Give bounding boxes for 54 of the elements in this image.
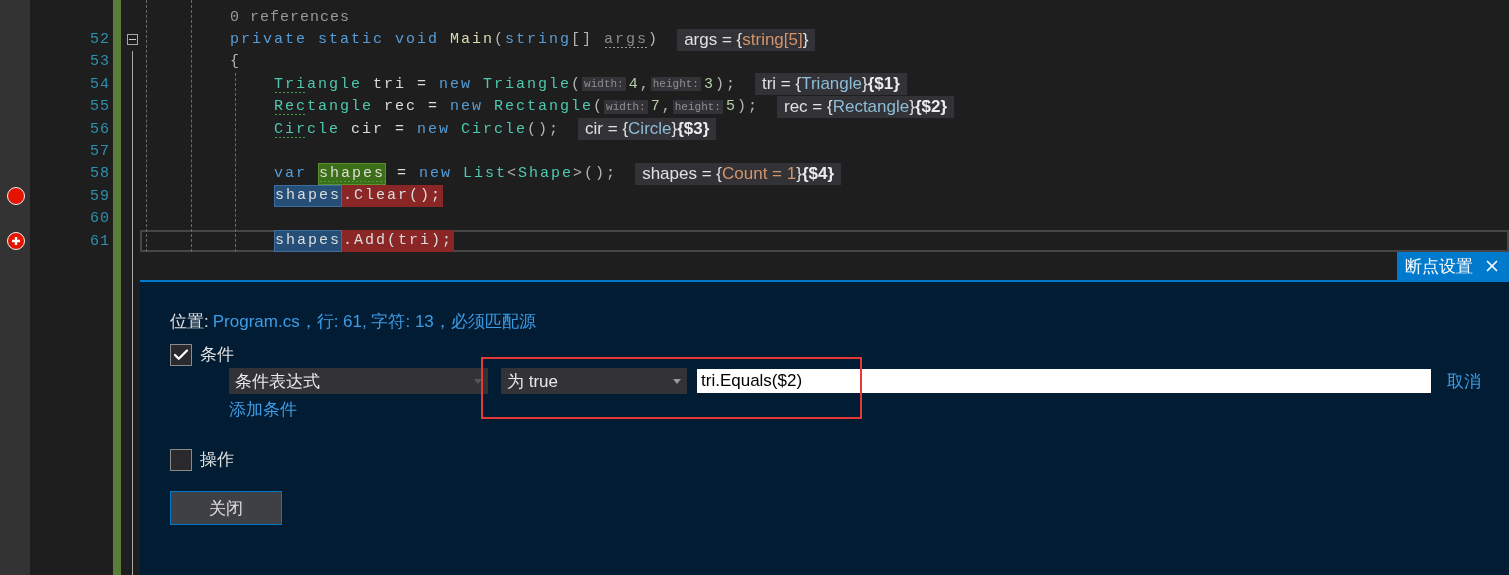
cancel-link[interactable]: 取消 bbox=[1447, 369, 1481, 393]
condition-type-dropdown[interactable]: 条件表达式 bbox=[229, 368, 488, 394]
highlighted-code: .Clear(); bbox=[342, 185, 444, 208]
datatip[interactable]: rec = {Rectangle}{$2} bbox=[777, 95, 955, 118]
conditions-checkbox[interactable] bbox=[170, 343, 192, 366]
code-text: 7, bbox=[650, 98, 673, 116]
location-link[interactable]: Program.cs，行: 61, 字符: 13，必须匹配源 bbox=[212, 310, 536, 333]
line-number: 59 bbox=[90, 187, 110, 205]
code-text: 4, bbox=[628, 75, 651, 93]
add-condition-link[interactable]: 添加条件 bbox=[229, 398, 297, 421]
caret-icon bbox=[673, 378, 681, 384]
line-number: 55 bbox=[90, 98, 110, 116]
breakpoint-icon[interactable] bbox=[7, 187, 25, 206]
expression-field[interactable]: tri.Equals($2) bbox=[697, 369, 1431, 393]
collapse-icon[interactable] bbox=[127, 34, 138, 46]
parameter-hint: width: bbox=[582, 77, 626, 92]
actions-label: 操作 bbox=[200, 449, 234, 471]
line-number: 53 bbox=[90, 53, 110, 71]
references-count[interactable]: 0 references bbox=[230, 8, 351, 26]
code-text: { bbox=[230, 53, 241, 71]
conditional-breakpoint-icon[interactable] bbox=[7, 232, 25, 251]
code-text: var bbox=[274, 165, 307, 183]
highlighted-code: shapes bbox=[274, 230, 342, 252]
line-number: 57 bbox=[90, 143, 110, 161]
conditions-label: 条件 bbox=[200, 344, 234, 366]
line-number: 54 bbox=[90, 75, 110, 93]
datatip[interactable]: shapes = {Count = 1}{$4} bbox=[635, 162, 842, 185]
code-text: private static void Main(string[] args) bbox=[230, 31, 660, 49]
parameter-hint: width: bbox=[604, 99, 648, 114]
parameter-hint: height: bbox=[672, 99, 723, 114]
line-number: 56 bbox=[90, 120, 110, 138]
close-button[interactable]: 关闭 bbox=[170, 491, 282, 525]
datatip[interactable]: args = {string[5]} bbox=[677, 28, 816, 51]
code-text: 3); bbox=[703, 75, 737, 93]
highlighted-code: shapes bbox=[274, 185, 342, 208]
code-text: Triangle tri = new Triangle( bbox=[274, 75, 583, 93]
caret-icon bbox=[474, 378, 482, 384]
line-number: 60 bbox=[90, 210, 110, 228]
line-number: 52 bbox=[90, 31, 110, 49]
highlighted-code: shapes bbox=[318, 162, 387, 185]
condition-test-dropdown[interactable]: 为 true bbox=[501, 368, 687, 394]
actions-checkbox[interactable] bbox=[170, 448, 192, 471]
panel-tab[interactable]: 断点设置 bbox=[1397, 252, 1509, 280]
location-label: 位置: bbox=[170, 311, 209, 333]
line-number: 58 bbox=[90, 165, 110, 183]
code-text: Rec tangle rec = new Rectangle( bbox=[274, 98, 605, 116]
datatip[interactable]: cir = {Circle}{$3} bbox=[578, 118, 717, 141]
code-text: = new List<Shape>(); bbox=[397, 165, 618, 183]
line-number: 61 bbox=[90, 232, 110, 250]
highlighted-code: .Add(tri); bbox=[342, 230, 455, 252]
parameter-hint: height: bbox=[650, 77, 701, 92]
code-text: 5); bbox=[725, 98, 759, 116]
code-text: Cir cle cir = new Circle(); bbox=[274, 120, 561, 138]
datatip[interactable]: tri = {Triangle}{$1} bbox=[755, 73, 907, 96]
